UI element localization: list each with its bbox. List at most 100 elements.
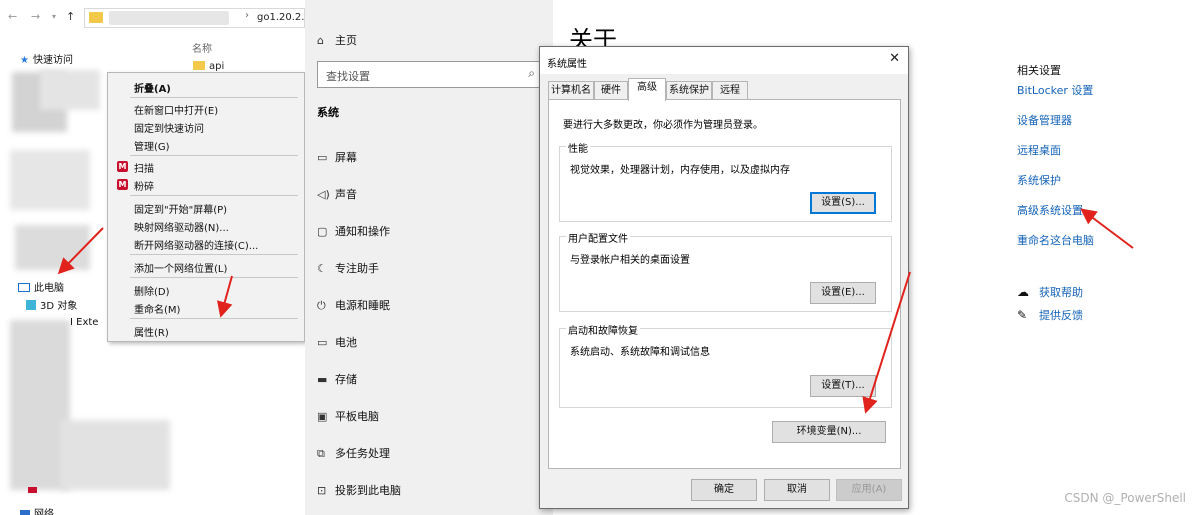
project-icon: ⊡ [317,484,327,497]
menu-item-disconnect-network-drive[interactable]: 断开网络驱动器的连接(C)... [134,237,258,252]
address-bar[interactable]: › go1.20.2.w [84,8,305,28]
menu-item-delete[interactable]: 删除(D) [134,283,170,298]
power-icon: ⏻ [317,299,326,312]
menu-item-pin-start[interactable]: 固定到"开始"屏幕(P) [134,201,227,216]
nav-item-label: 存储 [335,373,357,386]
nav-item-storage[interactable]: ▬ 存储 [317,371,357,387]
group-description: 视觉效果，处理器计划，内存使用，以及虚拟内存 [570,165,790,176]
group-startup-recovery: 启动和故障恢复 系统启动、系统故障和调试信息 设置(T)... [559,322,892,408]
sidebar-item-quick-access[interactable]: ★ 快速访问 [20,51,73,66]
startup-settings-button[interactable]: 设置(T)... [810,375,876,397]
nav-item-project[interactable]: ⊡ 投影到此电脑 [317,482,401,498]
tab-remote[interactable]: 远程 [712,81,748,100]
nav-item-multitasking[interactable]: ⧉ 多任务处理 [317,445,390,461]
sidebar-item-label: 3D 对象 [40,301,78,312]
sidebar-item-this-pc[interactable]: 此电脑 [18,279,64,294]
menu-item-map-network-drive[interactable]: 映射网络驱动器(N)... [134,219,229,234]
nav-item-display[interactable]: ▭ 屏幕 [317,149,357,165]
nav-item-battery[interactable]: ▭ 电池 [317,334,357,350]
chevron-right-icon: › [245,10,249,21]
tab-system-protection[interactable]: 系统保护 [666,81,712,100]
explorer-nav-bar: ← → ▾ ↑ › go1.20.2.w [0,0,305,34]
nav-item-home[interactable]: ⌂ 主页 [317,32,357,48]
apply-button[interactable]: 应用(A) [836,479,902,501]
nav-item-label: 屏幕 [335,151,357,164]
profile-settings-button[interactable]: 设置(E)... [810,282,876,304]
tab-hardware[interactable]: 硬件 [594,81,628,100]
settings-navigation: ⌂ 主页 查找设置 ⌕ 系统 ▭ 屏幕 ◁) 声音 ▢ 通知和操作 ☾ 专注助手 ⏻ 电源和… [305,0,553,515]
blurred-region [10,150,90,210]
address-path-text: go1.20.2.w [257,12,305,23]
menu-separator [130,195,298,196]
nav-item-notifications[interactable]: ▢ 通知和操作 [317,223,390,239]
sidebar-item-3d-objects[interactable]: 3D 对象 [26,297,77,312]
cube-icon [26,300,36,310]
file-list-item[interactable]: api [193,61,224,72]
column-header-name[interactable]: 名称 [192,40,212,55]
dialog-title: 系统属性 [547,59,587,70]
nav-item-power-sleep[interactable]: ⏻ 电源和睡眠 [317,297,390,313]
dialog-titlebar[interactable]: 系统属性 ✕ [540,47,908,74]
tab-panel-advanced: 要进行大多数更改，你必须作为管理员登录。 性能 视觉效果，处理器计划，内存使用，… [548,99,901,469]
link-device-manager[interactable]: 设备管理器 [1017,112,1072,128]
link-label: 提供反馈 [1039,309,1083,322]
group-description: 与登录帐户相关的桌面设置 [570,255,690,266]
link-rename-pc[interactable]: 重命名这台电脑 [1017,232,1094,248]
menu-item-collapse[interactable]: 折叠(A) [134,80,171,95]
nav-item-focus-assist[interactable]: ☾ 专注助手 [317,260,379,276]
close-icon[interactable]: ✕ [889,51,900,66]
group-performance: 性能 视觉效果，处理器计划，内存使用，以及虚拟内存 设置(S)... [559,140,892,222]
mcafee-icon: M [117,179,128,190]
search-icon: ⌕ [528,66,535,80]
menu-item-manage[interactable]: 管理(G) [134,138,170,153]
feedback-icon: ✎ [1017,308,1028,322]
performance-settings-button[interactable]: 设置(S)... [810,192,876,214]
tab-advanced[interactable]: 高级 [628,78,666,101]
speaker-icon: ◁) [317,188,330,201]
back-arrow-icon[interactable]: ← [8,10,17,23]
blurred-region [15,225,90,270]
link-bitlocker[interactable]: BitLocker 设置 [1017,82,1093,98]
link-feedback[interactable]: ✎ 提供反馈 [1017,307,1083,323]
menu-item-rename[interactable]: 重命名(M) [134,301,180,316]
nav-item-tablet[interactable]: ▣ 平板电脑 [317,408,379,424]
group-user-profiles: 用户配置文件 与登录帐户相关的桌面设置 设置(E)... [559,230,892,312]
menu-separator [130,277,298,278]
environment-variables-button[interactable]: 环境变量(N)... [772,421,886,443]
chevron-down-icon[interactable]: ▾ [52,12,56,21]
nav-item-sound[interactable]: ◁) 声音 [317,186,357,202]
menu-item-add-network-location[interactable]: 添加一个网络位置(L) [134,260,227,275]
menu-item-shred[interactable]: 粉碎 [134,178,154,193]
cancel-button[interactable]: 取消 [764,479,830,501]
sidebar-item-drive[interactable]: I Exte [70,317,98,328]
tab-computer-name[interactable]: 计算机名 [548,81,594,100]
system-properties-dialog: 系统属性 ✕ 计算机名 硬件 高级 系统保护 远程 要进行大多数更改，你必须作为… [539,46,909,509]
forward-arrow-icon[interactable]: → [31,10,40,23]
group-title: 性能 [566,140,590,155]
network-icon [20,510,30,515]
home-icon: ⌂ [317,34,324,47]
sidebar-item-label: 此电脑 [34,283,64,294]
computer-icon [18,283,30,292]
up-arrow-icon[interactable]: ↑ [66,10,75,23]
related-settings-title: 相关设置 [1017,64,1061,77]
ok-button[interactable]: 确定 [691,479,757,501]
menu-separator [130,155,298,156]
link-remote-desktop[interactable]: 远程桌面 [1017,142,1061,158]
link-system-protection[interactable]: 系统保护 [1017,172,1061,188]
menu-item-scan[interactable]: 扫描 [134,160,154,175]
sidebar-item-network[interactable]: 网络 [20,505,54,515]
blurred-path-segment [109,11,229,25]
menu-item-pin-quick-access[interactable]: 固定到快速访问 [134,120,204,135]
help-icon: ☁ [1017,285,1029,299]
blurred-region [40,70,100,110]
nav-item-label: 电源和睡眠 [335,299,390,312]
storage-icon: ▬ [317,373,328,386]
menu-item-properties[interactable]: 属性(R) [134,324,169,339]
link-advanced-system-settings[interactable]: 高级系统设置 [1017,202,1083,218]
tablet-icon: ▣ [317,410,328,423]
menu-item-open-new-window[interactable]: 在新窗口中打开(E) [134,102,218,117]
link-get-help[interactable]: ☁ 获取帮助 [1017,284,1083,300]
settings-search-input[interactable]: 查找设置 ⌕ [317,61,542,88]
moon-icon: ☾ [317,262,327,275]
